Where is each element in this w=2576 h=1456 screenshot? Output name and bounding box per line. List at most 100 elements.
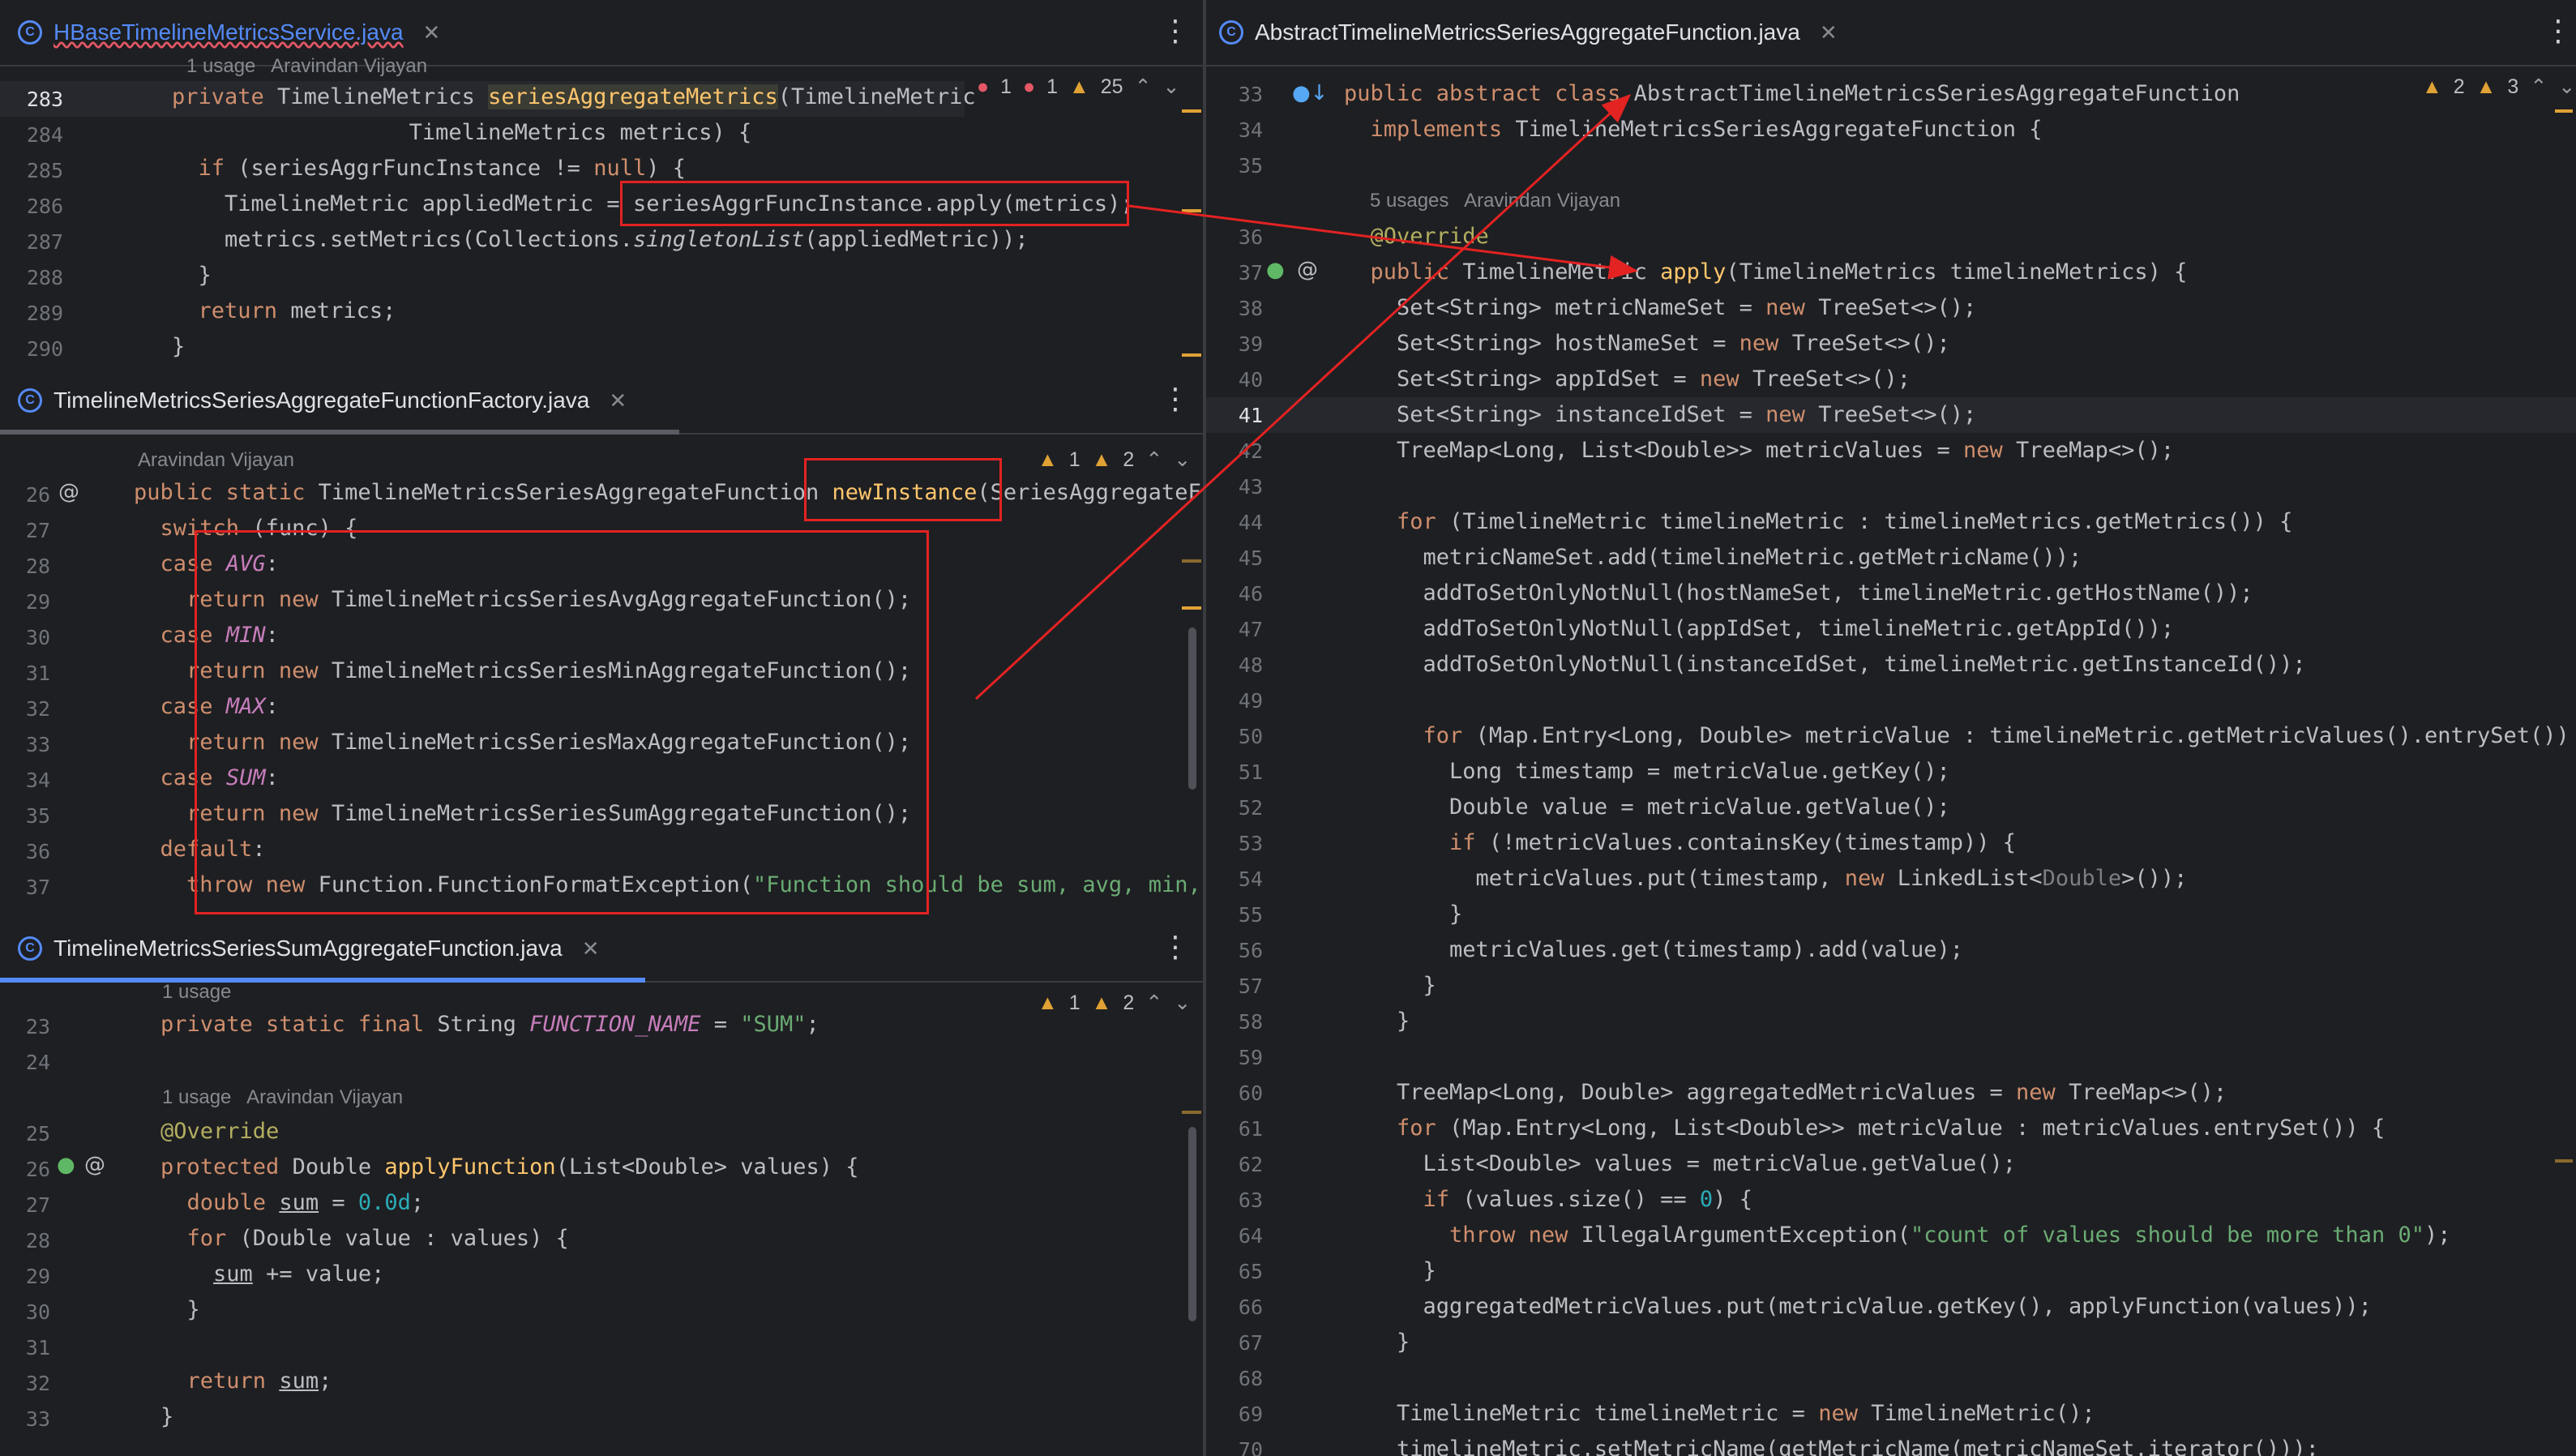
code-line[interactable]: TimelineMetric timelineMetric = new Time… [1344,1401,2095,1426]
line-number: 41 [1238,404,1263,427]
code-line[interactable]: Double value = metricValue.getValue(); [1344,794,1950,820]
code-line[interactable]: } [172,334,185,359]
line-number: 288 [26,266,63,289]
override-icon[interactable]: @ [84,1153,105,1177]
code-line[interactable]: addToSetOnlyNotNull(instanceIdSet, timel… [1344,652,2306,677]
tab-underline [0,978,645,983]
code-line[interactable]: aggregatedMetricValues.put(metricValue.g… [1344,1294,2372,1319]
tab-label: HBaseTimelineMetricsService.java [53,19,404,45]
code-line[interactable]: timelineMetric.setMetricName(getMetricNa… [1344,1437,2319,1456]
code-line[interactable]: return sum; [160,1368,332,1394]
code-line[interactable]: } [160,1404,173,1429]
override-icon[interactable]: @ [1297,258,1318,282]
line-number: 54 [1238,867,1263,891]
close-icon[interactable]: ✕ [609,388,627,413]
code-line[interactable]: Set<String> metricNameSet = new TreeSet<… [1344,295,1976,320]
code-line[interactable]: double sum = 0.0d; [160,1190,425,1215]
chevron-down-icon[interactable]: ⌄ [1174,991,1191,1015]
chevron-up-icon[interactable]: ⌃ [1145,991,1162,1015]
code-line[interactable]: protected Double applyFunction(List<Doub… [160,1154,859,1180]
kebab-menu-icon[interactable]: ⋮ [1161,15,1190,48]
chevron-up-icon[interactable]: ⌃ [2530,75,2547,99]
line-number: 52 [1238,796,1263,820]
tab-factory[interactable]: C TimelineMetricsSeriesAggregateFunction… [18,368,627,433]
tab-label: TimelineMetricsSeriesAggregateFunctionFa… [53,388,590,413]
line-number: 61 [1238,1117,1263,1141]
code-line[interactable]: public static TimelineMetricsSeriesAggre… [134,480,1203,505]
kebab-menu-icon[interactable]: ⋮ [1161,931,1190,964]
line-number: 36 [1238,225,1263,249]
chevron-up-icon[interactable]: ⌃ [1135,75,1152,99]
scrollbar-thumb[interactable] [1188,1127,1196,1321]
code-line[interactable]: public abstract class AbstractTimelineMe… [1344,81,2240,106]
code-line[interactable]: } [160,1297,200,1322]
code-line[interactable]: metricValues.put(timestamp, new LinkedLi… [1344,866,2188,891]
code-line[interactable]: } [1344,1258,1436,1283]
tab-bar: C TimelineMetricsSeriesSumAggregateFunct… [0,916,1203,983]
code-line[interactable]: metrics.setMetrics(Collections.singleton… [172,227,1029,252]
inspection-indicators[interactable]: ▲ 1 ▲ 2 ⌃ ⌄ [1038,991,1191,1015]
code-line[interactable]: if (!metricValues.containsKey(timestamp)… [1344,830,2016,855]
chevron-down-icon[interactable]: ⌄ [1174,448,1191,472]
code-line[interactable]: throw new IllegalArgumentException("coun… [1344,1223,2450,1248]
code-line[interactable]: public TimelineMetric apply(TimelineMetr… [1344,259,2188,285]
close-icon[interactable]: ✕ [1820,20,1838,45]
line-number: 27 [25,519,50,542]
code-line[interactable]: Set<String> instanceIdSet = new TreeSet<… [1344,402,1976,427]
code-line[interactable]: @Override [1344,224,1489,249]
code-line[interactable]: } [1344,1330,1410,1355]
inspection-indicators[interactable]: ● 1 ● 1 ▲ 25 ⌃ ⌄ [977,75,1180,99]
code-line[interactable]: Set<String> appIdSet = new TreeSet<>(); [1344,366,1911,392]
chevron-down-icon[interactable]: ⌄ [1163,75,1180,99]
code-line[interactable]: implements TimelineMetricsSeriesAggregat… [1344,117,2043,142]
close-icon[interactable]: ✕ [423,20,441,45]
code-line[interactable]: Long timestamp = metricValue.getKey(); [1344,759,1950,784]
code-line[interactable]: TreeMap<Long, Double> aggregatedMetricVa… [1344,1080,2227,1105]
code-line[interactable]: addToSetOnlyNotNull(hostNameSet, timelin… [1344,580,2253,606]
implements-icon[interactable]: ● [1266,258,1285,282]
code-line[interactable]: for (Double value : values) { [160,1226,569,1251]
inspection-indicators[interactable]: ▲ 2 ▲ 3 ⌃ ⌄ [2422,75,2575,99]
code-line[interactable]: } [1344,973,1436,998]
code-line[interactable]: } [1344,901,1462,927]
code-line[interactable]: Set<String> hostNameSet = new TreeSet<>(… [1344,331,1950,356]
inspection-indicators[interactable]: ▲ 1 ▲ 2 ⌃ ⌄ [1038,448,1191,472]
annotation-box-apply-call [620,181,1129,226]
code-line[interactable]: List<Double> values = metricValue.getVal… [1344,1151,2017,1176]
code-line[interactable]: addToSetOnlyNotNull(appIdSet, timelineMe… [1344,616,2175,641]
scroll-marker [1182,1111,1201,1114]
tab-abstract-function[interactable]: C AbstractTimelineMetricsSeriesAggregate… [1219,0,1838,65]
code-line[interactable]: TreeMap<Long, List<Double>> metricValues… [1344,438,2174,463]
code-line[interactable]: @Override [160,1119,279,1144]
code-line[interactable]: } [1344,1008,1410,1034]
code-line[interactable]: return metrics; [172,298,396,323]
chevron-down-icon[interactable]: ⌄ [2558,75,2575,99]
override-icon[interactable]: @ [58,480,79,504]
warning-icon: ▲ [2422,75,2442,98]
code-line[interactable]: metricNameSet.add(timelineMetric.getMetr… [1344,545,2082,570]
kebab-menu-icon[interactable]: ⋮ [1161,383,1190,416]
code-line[interactable]: for (Map.Entry<Long, List<Double>> metri… [1344,1116,2385,1141]
implements-icon[interactable]: ● [57,1153,75,1177]
scroll-marker [2555,1159,2573,1163]
code-line[interactable]: private TimelineMetrics seriesAggregateM… [172,84,976,109]
line-number: 289 [26,302,63,325]
inlay-hint: 1 usage Aravindan Vijayan [186,55,428,77]
code-line[interactable]: private static final String FUNCTION_NAM… [160,1012,819,1037]
code-line[interactable]: metricValues.get(timestamp).add(value); [1344,937,1963,962]
close-icon[interactable]: ✕ [582,936,600,961]
scrollbar-thumb[interactable] [1188,627,1196,790]
code-line[interactable]: sum += value; [160,1261,384,1287]
code-line[interactable]: } [172,263,212,288]
code-line[interactable]: if (seriesAggrFuncInstance != null) { [172,156,686,181]
tab-sum-function[interactable]: C TimelineMetricsSeriesSumAggregateFunct… [18,916,599,981]
kebab-menu-icon[interactable]: ⋮ [2544,15,2573,48]
code-line[interactable]: for (TimelineMetric timelineMetric : tim… [1344,509,2292,534]
code-line[interactable]: for (Map.Entry<Long, Double> metricValue… [1344,723,2576,748]
class-file-icon: C [18,388,42,413]
code-line[interactable]: TimelineMetrics metrics) { [172,120,752,145]
code-line[interactable]: if (values.size() == 0) { [1344,1187,1752,1212]
tab-label: AbstractTimelineMetricsSeriesAggregateFu… [1255,19,1800,45]
chevron-up-icon[interactable]: ⌃ [1145,448,1162,472]
implements-icon[interactable]: ●↓ [1292,81,1328,105]
